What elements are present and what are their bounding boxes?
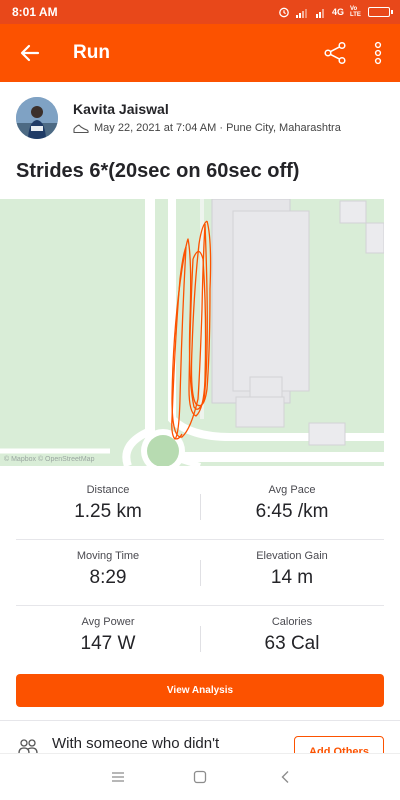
back-button[interactable]	[12, 35, 48, 71]
stat-label: Elevation Gain	[256, 550, 328, 562]
stat-label: Moving Time	[76, 550, 140, 562]
app-bar: Run	[0, 24, 400, 82]
stat-calories: Calories 63 Cal	[200, 606, 384, 672]
map-canvas	[0, 199, 384, 466]
share-icon	[324, 41, 346, 65]
stat-avg-pace: Avg Pace 6:45 /km	[200, 474, 384, 540]
volte-label: Vo LTE	[350, 6, 361, 18]
stat-distance: Distance 1.25 km	[16, 474, 200, 540]
avatar-image	[16, 97, 58, 139]
stats-row: Distance 1.25 km Avg Pace 6:45 /km	[16, 474, 384, 540]
stat-value: 147 W	[80, 633, 136, 654]
athlete-name[interactable]: Kavita Jaiswal	[73, 101, 169, 117]
back-icon	[281, 771, 289, 783]
network-label: 4G	[331, 7, 344, 17]
activity-meta: May 22, 2021 at 7:04 AM · Pune City, Mah…	[73, 122, 341, 134]
together-text: With someone who didn't	[52, 735, 220, 752]
shoe-icon	[73, 123, 89, 133]
signal-icon	[315, 8, 324, 18]
stat-value: 1.25 km	[74, 501, 142, 522]
system-back-button[interactable]	[270, 764, 300, 790]
stat-label: Avg Power	[81, 616, 135, 628]
view-analysis-button[interactable]: View Analysis	[16, 674, 384, 707]
stats-row: Avg Power 147 W Calories 63 Cal	[16, 606, 384, 672]
stats-row: Moving Time 8:29 Elevation Gain 14 m	[16, 540, 384, 606]
back-arrow-icon	[20, 44, 40, 62]
status-time: 8:01 AM	[12, 5, 58, 19]
stat-value: 14 m	[270, 567, 314, 588]
together-card: With someone who didn't Add Others	[0, 721, 400, 753]
map-attribution: © Mapbox © OpenStreetMap	[4, 456, 95, 463]
stat-value: 63 Cal	[264, 633, 320, 654]
home-button[interactable]	[185, 764, 215, 790]
stats-grid: Distance 1.25 km Avg Pace 6:45 /km Movin…	[16, 474, 384, 672]
stat-label: Avg Pace	[268, 484, 316, 496]
home-icon	[193, 770, 207, 784]
signal-icon	[295, 8, 307, 18]
battery-icon	[368, 7, 393, 17]
stat-elevation-gain: Elevation Gain 14 m	[200, 540, 384, 606]
share-button[interactable]	[318, 36, 352, 70]
stat-value: 8:29	[89, 567, 127, 588]
avatar[interactable]	[16, 97, 58, 139]
stat-avg-power: Avg Power 147 W	[16, 606, 200, 672]
people-icon	[18, 739, 38, 753]
menu-icon	[112, 772, 124, 782]
add-others-button[interactable]: Add Others	[294, 736, 384, 753]
activity-title: Strides 6*(20sec on 60sec off)	[16, 160, 300, 182]
activity-date-location: May 22, 2021 at 7:04 AM · Pune City, Mah…	[94, 122, 341, 134]
recents-button[interactable]	[103, 764, 133, 790]
stat-moving-time: Moving Time 8:29	[16, 540, 200, 606]
route-map[interactable]: © Mapbox © OpenStreetMap	[0, 199, 384, 466]
stat-label: Calories	[271, 616, 313, 628]
status-bar: 8:01 AM 4G Vo LTE	[0, 0, 400, 24]
status-icons: 4G Vo LTE	[278, 4, 393, 20]
page-title: Run	[73, 42, 110, 63]
system-nav-bar	[0, 753, 400, 800]
stat-label: Distance	[86, 484, 130, 496]
more-options-button[interactable]	[364, 36, 392, 70]
alarm-icon	[279, 7, 289, 18]
more-vertical-icon	[374, 41, 382, 65]
stat-value: 6:45 /km	[255, 501, 329, 522]
